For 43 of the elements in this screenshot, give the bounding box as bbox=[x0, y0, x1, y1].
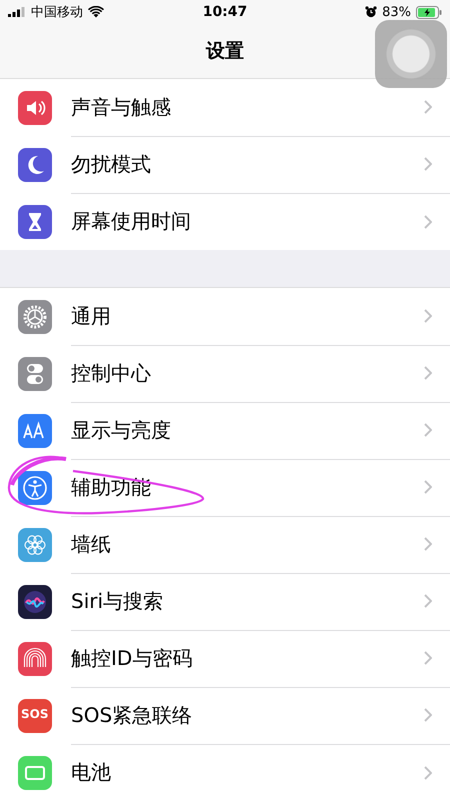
chevron-icon bbox=[424, 366, 432, 380]
row-label: 勿扰模式 bbox=[71, 150, 151, 178]
settings-row[interactable]: 屏幕使用时间 bbox=[0, 193, 450, 250]
chevron-icon bbox=[424, 594, 432, 608]
row-label: SOS紧急联络 bbox=[71, 702, 192, 728]
row-label: 屏幕使用时间 bbox=[71, 208, 191, 235]
settings-row[interactable]: 墙纸 bbox=[0, 516, 450, 573]
chevron-icon bbox=[424, 309, 432, 323]
battery-percent: 83% bbox=[382, 4, 411, 20]
settings-row[interactable]: 显示与亮度 bbox=[0, 402, 450, 459]
chevron-icon bbox=[424, 100, 432, 114]
settings-row[interactable]: 触控ID与密码 bbox=[0, 630, 450, 687]
settings-row[interactable]: Siri与搜索 bbox=[0, 573, 450, 630]
alarm-icon bbox=[365, 6, 378, 18]
row-label: 电池 bbox=[71, 759, 111, 786]
row-label: Siri与搜索 bbox=[71, 588, 164, 614]
row-label: 墙纸 bbox=[71, 530, 111, 558]
clock-time: 10:47 bbox=[202, 4, 248, 20]
settings-row[interactable]: 声音与触感 bbox=[0, 79, 450, 136]
chevron-icon bbox=[424, 766, 432, 780]
settings-row[interactable]: 电池 bbox=[0, 744, 450, 800]
row-label: 显示与亮度 bbox=[71, 416, 171, 444]
assistive-touch-button[interactable] bbox=[375, 20, 447, 88]
screen-title: 设置 bbox=[206, 39, 244, 64]
settings-row[interactable]: 勿扰模式 bbox=[0, 136, 450, 193]
chevron-icon bbox=[424, 651, 432, 665]
settings-row[interactable]: SOS SOS紧急联络 bbox=[0, 687, 450, 744]
chevron-icon bbox=[424, 157, 432, 171]
chevron-icon bbox=[424, 423, 432, 437]
row-label: 声音与触感 bbox=[71, 94, 171, 120]
settings-row[interactable]: 通用 bbox=[0, 288, 450, 345]
row-label: 通用 bbox=[71, 302, 111, 330]
chevron-icon bbox=[424, 480, 432, 494]
chevron-icon bbox=[424, 214, 432, 228]
chevron-icon bbox=[424, 537, 432, 551]
settings-row[interactable]: 控制中心 bbox=[0, 345, 450, 402]
chevron-icon bbox=[424, 708, 432, 722]
signal-icon bbox=[8, 7, 26, 17]
carrier-name: 中国移动 bbox=[31, 4, 83, 21]
wifi-icon bbox=[88, 6, 104, 18]
row-label: 触控ID与密码 bbox=[71, 644, 192, 672]
sos-icon-label: SOS bbox=[21, 707, 48, 721]
row-label: 控制中心 bbox=[71, 360, 151, 386]
